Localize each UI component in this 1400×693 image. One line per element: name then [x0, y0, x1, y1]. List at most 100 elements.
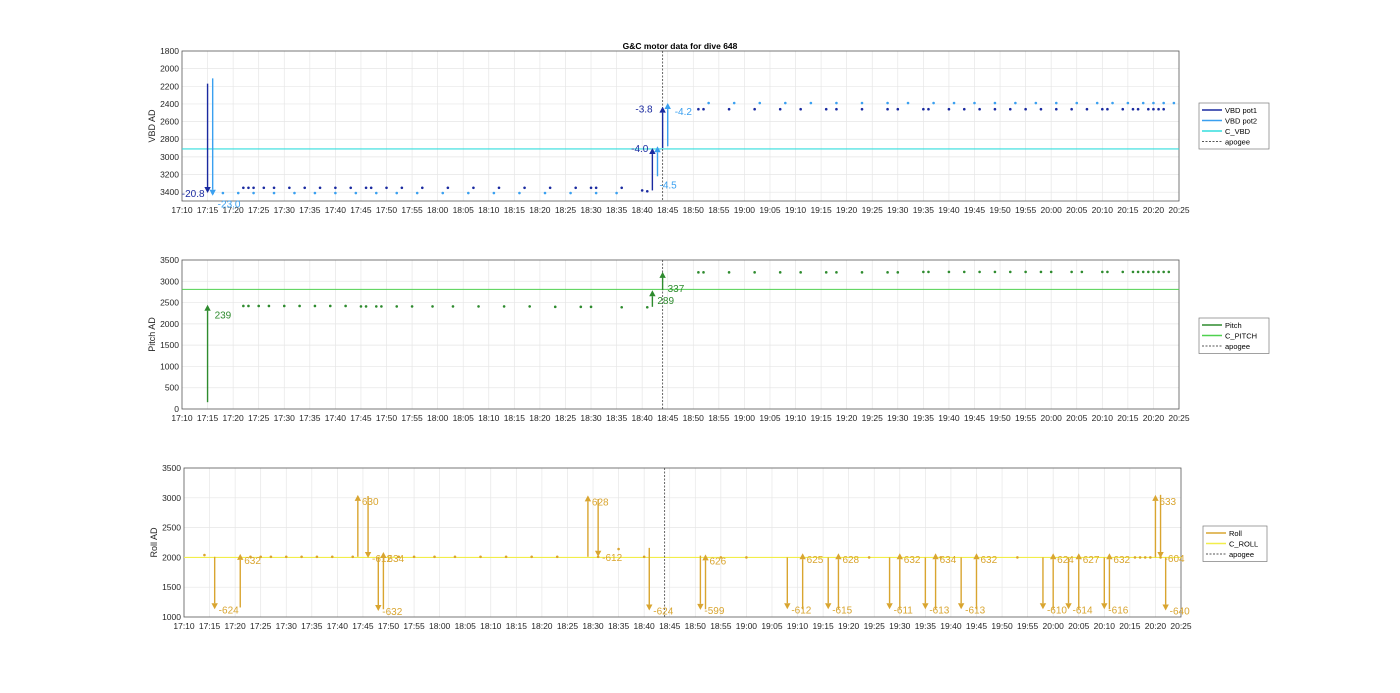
x-tick-label: 19:35	[913, 205, 935, 215]
data-point	[1106, 270, 1109, 274]
data-point	[1101, 107, 1104, 111]
data-point	[528, 305, 531, 308]
legend-label: VBD pot1	[1225, 106, 1257, 115]
x-tick-label: 18:20	[529, 413, 551, 423]
x-tick-label: 19:10	[785, 413, 807, 423]
y-tick-label: 2200	[160, 81, 179, 91]
y-tick-label: 3200	[160, 170, 179, 180]
y-axis-label: Pitch AD	[147, 317, 157, 352]
x-tick-label: 17:55	[403, 621, 425, 631]
data-point	[906, 101, 910, 105]
data-point	[973, 101, 976, 105]
x-tick-label: 19:00	[734, 413, 756, 423]
data-point	[1147, 270, 1150, 274]
data-point	[1034, 101, 1038, 105]
legend-label: C_ROLL	[1229, 540, 1258, 549]
x-tick-label: 20:10	[1092, 413, 1114, 423]
data-point	[753, 107, 756, 111]
move-label: 627	[1083, 555, 1100, 566]
data-point	[758, 101, 762, 105]
data-point	[269, 555, 273, 559]
x-tick-label: 18:50	[683, 413, 705, 423]
data-point	[1016, 556, 1019, 559]
x-tick-label: 17:25	[248, 413, 270, 423]
data-point	[1141, 270, 1145, 274]
data-point	[1106, 107, 1109, 111]
data-point	[395, 191, 399, 195]
x-tick-label: 19:50	[989, 205, 1011, 215]
x-tick-label: 19:30	[887, 205, 909, 215]
x-tick-label: 18:50	[685, 621, 707, 631]
data-point	[886, 101, 889, 105]
x-tick-label: 19:40	[938, 413, 960, 423]
y-tick-label: 2800	[160, 134, 179, 144]
x-tick-label: 19:50	[991, 621, 1013, 631]
data-point	[1152, 101, 1155, 105]
x-tick-label: 17:10	[173, 621, 195, 631]
x-tick-label: 20:10	[1094, 621, 1116, 631]
data-point	[334, 191, 337, 195]
data-point	[993, 270, 997, 274]
x-tick-label: 19:10	[785, 205, 807, 215]
data-point	[1075, 101, 1079, 105]
data-point	[364, 305, 368, 308]
move-label: -20.8	[182, 189, 205, 200]
y-tick-label: 3400	[160, 187, 179, 197]
x-tick-label: 19:25	[864, 621, 886, 631]
data-point	[492, 191, 496, 195]
data-point	[617, 547, 620, 551]
x-tick-label: 19:20	[836, 413, 858, 423]
data-point	[799, 107, 802, 111]
move-label: -614	[1073, 605, 1093, 616]
data-point	[1152, 107, 1155, 111]
y-tick-label: 3000	[160, 152, 179, 162]
x-tick-label: 19:35	[913, 413, 935, 423]
data-point	[1008, 107, 1012, 111]
x-tick-label: 20:25	[1168, 205, 1190, 215]
data-point	[421, 186, 424, 190]
data-point	[242, 304, 245, 308]
data-point	[272, 186, 276, 190]
x-tick-label: 19:15	[812, 621, 834, 631]
x-tick-label: 18:40	[632, 205, 654, 215]
y-tick-label: 1000	[160, 361, 179, 371]
data-point	[978, 270, 981, 274]
x-tick-label: 17:10	[171, 413, 193, 423]
data-point	[1162, 101, 1165, 105]
data-point	[293, 191, 296, 195]
x-tick-label: 20:05	[1066, 413, 1088, 423]
data-point	[896, 271, 900, 274]
data-point	[645, 189, 649, 193]
x-tick-label: 20:20	[1143, 413, 1165, 423]
data-point	[867, 556, 871, 559]
data-point	[615, 191, 618, 195]
legend-label: apogee	[1225, 342, 1250, 351]
data-point	[315, 555, 319, 559]
move-label: -624	[219, 605, 239, 616]
x-tick-label: 17:15	[197, 413, 219, 423]
data-point	[594, 186, 598, 190]
x-tick-label: 17:40	[325, 205, 347, 215]
x-tick-label: 18:00	[427, 205, 449, 215]
data-point	[369, 186, 373, 190]
data-point	[1167, 270, 1171, 274]
y-tick-label: 3000	[162, 493, 181, 503]
data-point	[594, 191, 598, 195]
y-tick-label: 1500	[162, 582, 181, 592]
data-point	[288, 186, 291, 190]
data-point	[702, 271, 705, 274]
x-tick-label: 19:05	[759, 205, 781, 215]
move-label: 625	[807, 555, 824, 566]
x-tick-label: 18:55	[708, 413, 730, 423]
move-label: 624	[1057, 555, 1074, 566]
x-tick-label: 18:35	[606, 205, 628, 215]
x-tick-label: 18:50	[683, 205, 705, 215]
x-tick-label: 19:20	[836, 205, 858, 215]
x-tick-label: 18:35	[608, 621, 630, 631]
legend-label: apogee	[1229, 550, 1254, 559]
data-point	[1049, 270, 1053, 274]
x-tick-label: 19:55	[1015, 413, 1037, 423]
x-tick-label: 19:00	[736, 621, 758, 631]
data-point	[415, 191, 419, 195]
move-label: 337	[668, 284, 685, 295]
